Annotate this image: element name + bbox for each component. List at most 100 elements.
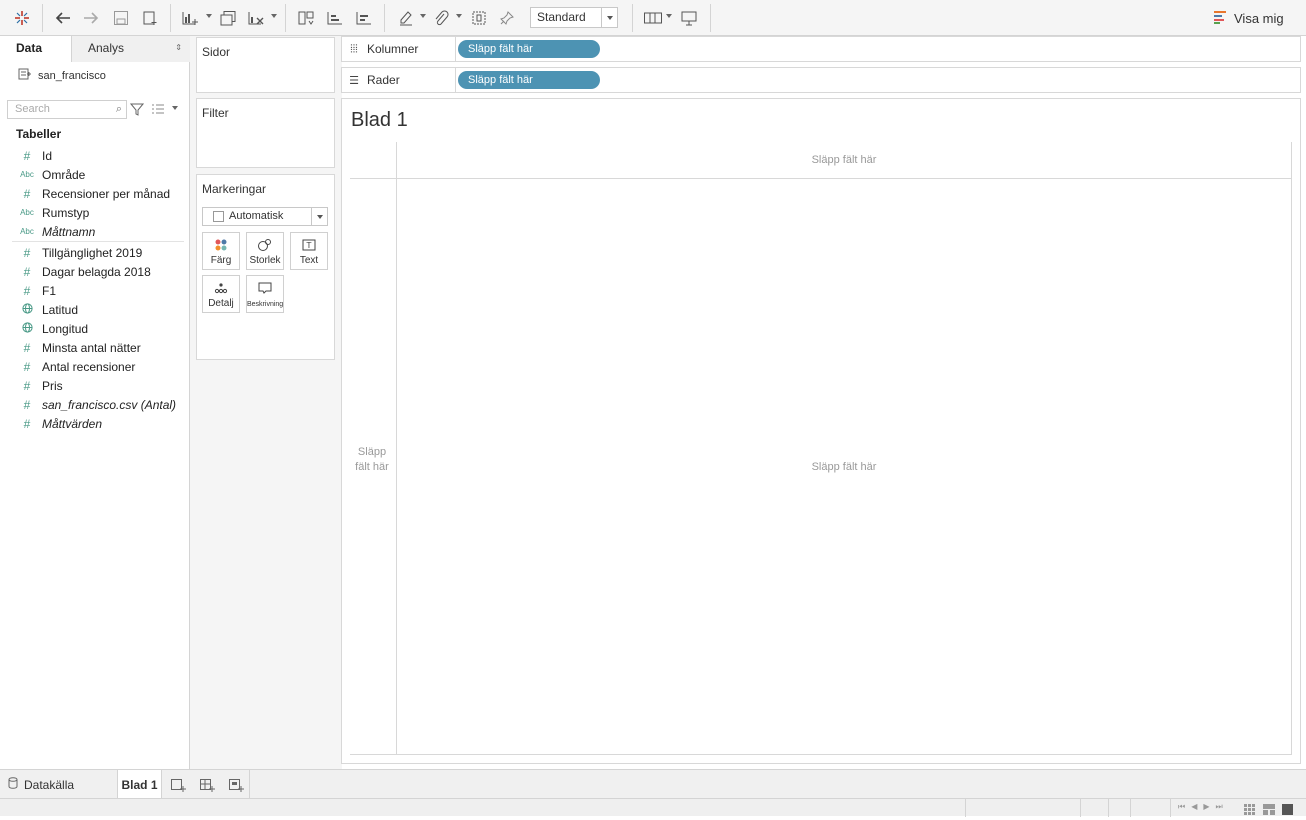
clear-sheet-icon[interactable] xyxy=(246,8,266,28)
mark-fit-select[interactable]: Standard xyxy=(530,7,618,28)
columns-drop-pill[interactable]: Släpp fält här xyxy=(458,40,600,58)
text-button[interactable]: T Text xyxy=(290,232,328,270)
measure-type-icon: # xyxy=(23,283,31,298)
sort-descending-icon[interactable] xyxy=(354,8,374,28)
new-worksheet-icon[interactable] xyxy=(180,8,200,28)
paperclip-icon[interactable] xyxy=(431,8,451,28)
redo-icon[interactable] xyxy=(81,8,101,28)
drop-field-columns[interactable]: Släpp fält här xyxy=(397,154,1291,166)
tableau-logo-icon[interactable] xyxy=(12,8,32,28)
show-me-icon xyxy=(1214,10,1226,27)
rows-label: Rader xyxy=(367,73,400,87)
pin-icon[interactable] xyxy=(497,8,517,28)
new-worksheet-tab-icon[interactable] xyxy=(170,770,186,799)
tab-data[interactable]: Data xyxy=(0,36,71,62)
mark-type-select[interactable]: Automatisk xyxy=(202,207,328,226)
filters-card-title: Filter xyxy=(202,106,229,120)
field-label: F1 xyxy=(42,283,57,298)
rows-shelf[interactable]: ☰ Rader Släpp fält här xyxy=(341,67,1301,93)
fit-selection-icon[interactable] xyxy=(469,8,489,28)
field-item[interactable]: # F1 xyxy=(18,281,188,300)
show-me-button[interactable]: Visa mig xyxy=(1214,8,1284,28)
search-icon: ⌕ xyxy=(115,103,122,115)
highlight-icon[interactable] xyxy=(396,8,416,28)
new-datasource-icon[interactable] xyxy=(140,8,160,28)
measure-type-icon: # xyxy=(23,245,31,260)
save-icon[interactable] xyxy=(111,8,131,28)
undo-icon[interactable] xyxy=(53,8,73,28)
field-item[interactable]: # Minsta antal nätter xyxy=(18,338,188,357)
field-item[interactable]: # Antal recensioner xyxy=(18,357,188,376)
text-icon: T xyxy=(291,238,327,252)
field-search-input[interactable]: Search ⌕ xyxy=(7,100,127,119)
data-pane: Data Analys ⇕ san_francisco Search ⌕ Tabel… xyxy=(0,36,190,769)
mark-type-square-icon xyxy=(213,211,224,222)
drop-field-center[interactable]: Släpp fält här xyxy=(397,461,1291,473)
marks-card-title: Markeringar xyxy=(202,182,267,196)
show-me-label: Visa mig xyxy=(1234,10,1284,26)
filmstrip-view-icon[interactable] xyxy=(1263,802,1275,820)
view-canvas: Blad 1 Släpp fält här Släpp fält här Slä… xyxy=(341,98,1301,764)
field-label: Minsta antal nätter xyxy=(42,340,141,355)
field-item[interactable]: # Dagar belagda 2018 xyxy=(18,262,188,281)
tabs-view-icon[interactable] xyxy=(1282,802,1293,820)
view-list-icon[interactable] xyxy=(151,102,165,120)
duplicate-icon[interactable] xyxy=(218,8,238,28)
columns-icon: ⦙⦙⦙ xyxy=(350,42,358,55)
color-button[interactable]: Färg xyxy=(202,232,240,270)
datasource-icon xyxy=(18,68,32,84)
field-item[interactable]: Abc Måttnamn xyxy=(18,222,188,241)
sheet-tab-active[interactable]: Blad 1 xyxy=(117,770,162,799)
detail-icon xyxy=(203,281,239,295)
sheet-tab-bar: Datakälla Blad 1 xyxy=(0,769,1306,799)
field-label: Recensioner per månad xyxy=(42,186,171,201)
datasource-item[interactable]: san_francisco xyxy=(18,68,106,84)
show-cards-icon[interactable] xyxy=(642,8,664,28)
field-item[interactable]: # Recensioner per månad xyxy=(18,184,188,203)
new-story-tab-icon[interactable] xyxy=(228,770,244,799)
chevron-down-icon[interactable] xyxy=(172,106,178,110)
field-item[interactable]: Latitud xyxy=(18,300,188,319)
pages-card-title: Sidor xyxy=(202,45,231,59)
filters-card[interactable]: Filter xyxy=(196,98,335,168)
presentation-mode-icon[interactable] xyxy=(679,8,699,28)
grid-view-icon[interactable] xyxy=(1244,802,1256,820)
columns-shelf[interactable]: ⦙⦙⦙ Kolumner Släpp fält här xyxy=(341,36,1301,62)
new-dashboard-tab-icon[interactable] xyxy=(199,770,215,799)
tab-analysis[interactable]: Analys ⇕ xyxy=(71,36,190,62)
datasource-name: san_francisco xyxy=(38,70,106,82)
datasource-tab[interactable]: Datakälla xyxy=(8,770,74,799)
size-button[interactable]: Storlek xyxy=(246,232,284,270)
rows-drop-pill[interactable]: Släpp fält här xyxy=(458,71,600,89)
size-label: Storlek xyxy=(249,255,281,266)
swap-rows-columns-icon[interactable] xyxy=(296,8,316,28)
field-item[interactable]: # Id xyxy=(18,146,188,165)
field-item[interactable]: # san_francisco.csv (Antal) xyxy=(18,395,188,414)
tooltip-button[interactable]: Beskrivning xyxy=(246,275,284,313)
dimension-type-icon: Abc xyxy=(20,170,34,179)
sort-arrows-icon: ⇕ xyxy=(175,43,182,52)
sheet-navigation-icons[interactable]: ⏮◀▶⏭ xyxy=(1178,802,1229,812)
right-border xyxy=(1291,142,1292,755)
field-item[interactable]: # Måttvärden xyxy=(18,414,188,433)
field-item[interactable]: Abc Rumstyp xyxy=(18,203,188,222)
field-item[interactable]: Longitud xyxy=(18,319,188,338)
detail-button[interactable]: Detalj xyxy=(202,275,240,313)
field-item[interactable]: Abc Område xyxy=(18,165,188,184)
filter-icon[interactable] xyxy=(129,102,145,121)
sort-ascending-icon[interactable] xyxy=(325,8,345,28)
pages-card[interactable]: Sidor xyxy=(196,37,335,93)
measure-type-icon: # xyxy=(23,416,31,431)
mark-type-value: Automatisk xyxy=(229,210,284,222)
dimension-type-icon: Abc xyxy=(20,208,34,217)
measure-type-icon: # xyxy=(23,340,31,355)
color-icon xyxy=(203,238,239,252)
field-item[interactable]: # Tillgänglighet 2019 xyxy=(18,243,188,262)
measure-type-icon: # xyxy=(23,359,31,374)
field-item[interactable]: # Pris xyxy=(18,376,188,395)
field-label: Longitud xyxy=(42,321,89,336)
globe-icon xyxy=(18,322,36,335)
drop-field-rows[interactable]: Släpp fält här xyxy=(354,445,390,475)
field-label: Måttvärden xyxy=(42,416,103,431)
sheet-title[interactable]: Blad 1 xyxy=(351,109,408,132)
